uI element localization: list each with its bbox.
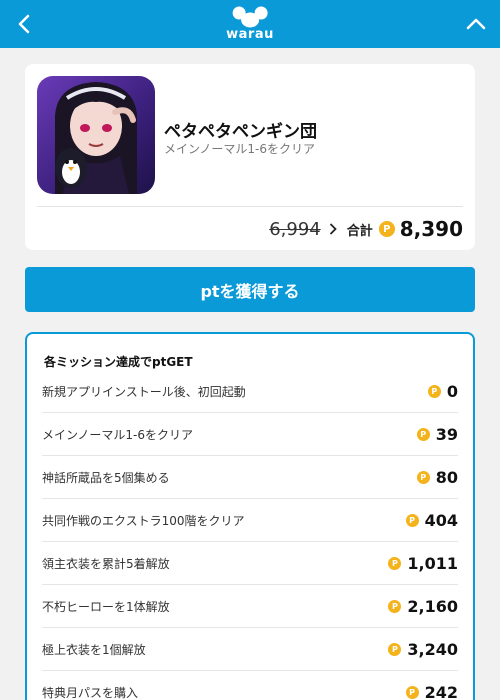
mission-points: 3,240 — [407, 639, 458, 659]
mission-points: 242 — [424, 682, 458, 700]
app-card: ペタペタペンギン団 メインノーマル1-6をクリア 6,994 合計 P 8,39… — [25, 64, 475, 250]
chevron-left-icon — [18, 14, 30, 34]
collapse-button[interactable] — [452, 0, 500, 48]
top-bar: warau — [0, 0, 500, 48]
mission-points: 2,160 — [407, 596, 458, 616]
mission-row: 領主衣装を累計5着解放 P 1,011 — [42, 542, 458, 585]
point-coin-icon: P — [416, 427, 430, 441]
original-points: 6,994 — [269, 218, 321, 240]
mission-points: 404 — [424, 510, 458, 530]
point-coin-icon: P — [405, 685, 419, 699]
mission-row: 神話所蔵品を5個集める P 80 — [42, 456, 458, 499]
mission-label: 共同作戦のエクストラ100階をクリア — [42, 513, 245, 528]
mission-points: 1,011 — [407, 553, 458, 573]
mission-panel-title: 各ミッション達成でptGET — [44, 355, 193, 369]
point-coin-icon: P — [405, 513, 419, 527]
app-artwork-icon — [37, 76, 155, 194]
mission-label: 領主衣装を累計5着解放 — [42, 556, 170, 571]
point-coin-icon: P — [378, 221, 395, 237]
mission-label: メインノーマル1-6をクリア — [42, 427, 194, 442]
point-coin-icon: P — [388, 642, 402, 656]
point-coin-icon: P — [388, 599, 402, 613]
warau-logo[interactable]: warau — [226, 6, 274, 42]
logo-text: warau — [226, 27, 274, 42]
mission-points: 0 — [446, 381, 458, 401]
mission-row: 特典月パスを購入 P 242 — [42, 671, 458, 700]
mission-panel: 各ミッション達成でptGET 新規アプリインストール後、初回起動 P0 メインノ… — [25, 332, 475, 700]
mission-label: 神話所蔵品を5個集める — [42, 470, 170, 485]
chevron-up-icon — [466, 18, 486, 30]
mission-label: 極上衣装を1個解放 — [42, 642, 146, 657]
point-coin-icon: P — [416, 470, 430, 484]
back-button[interactable] — [0, 0, 48, 48]
mission-points: 80 — [435, 467, 458, 487]
app-condition: メインノーマル1-6をクリア — [164, 142, 316, 156]
point-coin-icon: P — [427, 384, 441, 398]
mission-row: 極上衣装を1個解放 P 3,240 — [42, 628, 458, 671]
divider — [37, 206, 463, 207]
total-label: 合計 — [346, 223, 373, 239]
points-summary: 6,994 合計 P 8,390 — [269, 214, 463, 244]
chevron-right-icon — [329, 223, 337, 235]
mission-label: 新規アプリインストール後、初回起動 — [42, 384, 246, 399]
get-points-button[interactable]: ptを獲得する — [25, 267, 475, 312]
mission-row: 新規アプリインストール後、初回起動 P0 — [42, 370, 458, 413]
mission-row: 共同作戦のエクストラ100階をクリア P 404 — [42, 499, 458, 542]
app-icon[interactable] — [37, 76, 155, 194]
mission-points: 39 — [435, 424, 458, 444]
mission-label: 不朽ヒーローを1体解放 — [42, 599, 170, 614]
app-title: ペタペタペンギン団 — [164, 122, 317, 142]
mission-list: 新規アプリインストール後、初回起動 P0 メインノーマル1-6をクリア P 39 … — [42, 370, 458, 700]
mission-row: メインノーマル1-6をクリア P 39 — [42, 413, 458, 456]
mission-label: 特典月パスを購入 — [42, 685, 139, 700]
logo-mark-icon — [232, 6, 268, 28]
total-points: 8,390 — [399, 217, 463, 241]
point-coin-icon: P — [388, 556, 402, 570]
mission-row: 不朽ヒーローを1体解放 P 2,160 — [42, 585, 458, 628]
